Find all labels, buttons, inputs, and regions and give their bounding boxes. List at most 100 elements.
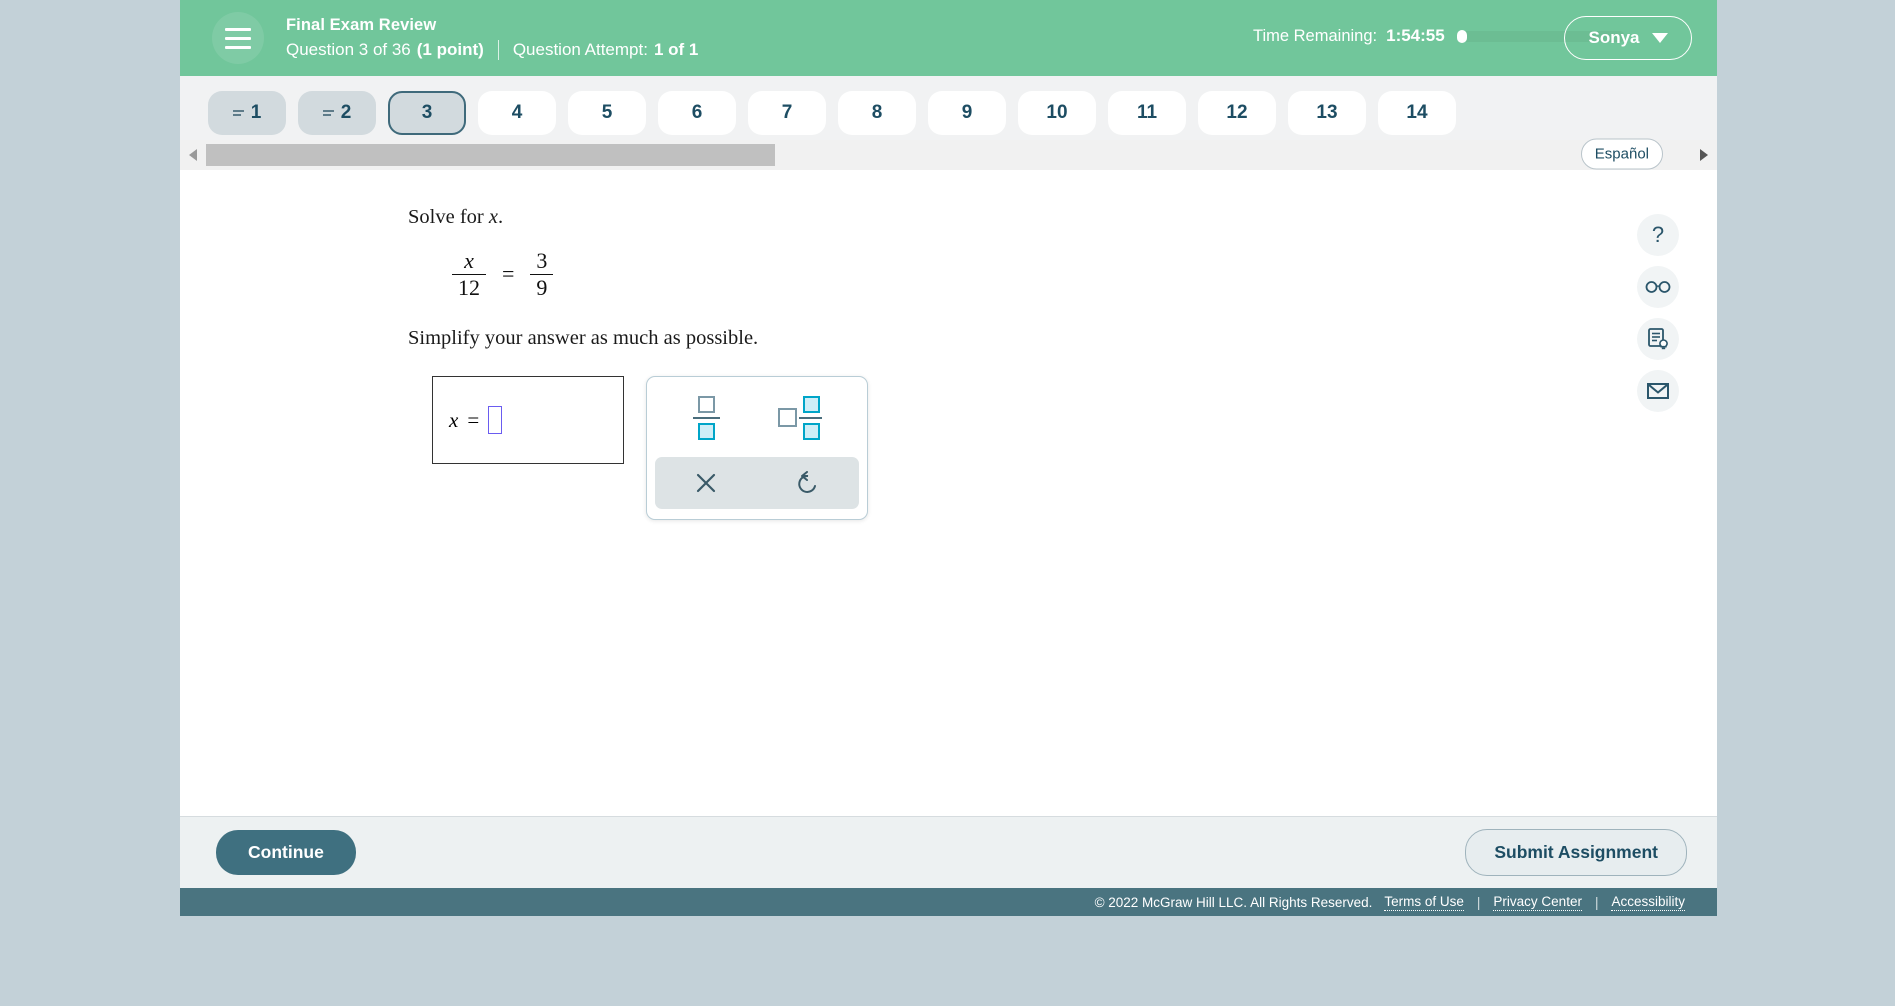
question-tab-11[interactable]: 11 xyxy=(1108,91,1186,135)
question-tab-3[interactable]: 3 xyxy=(388,91,466,135)
prompt-prefix: Solve for xyxy=(408,206,489,228)
fraction-template-icon[interactable] xyxy=(687,390,725,446)
question-counter: Question 3 of 36 xyxy=(286,40,411,59)
scroll-left-arrow-icon[interactable] xyxy=(180,148,206,162)
tabs-horizontal-scrollbar[interactable] xyxy=(180,140,1717,170)
prompt-suffix: . xyxy=(497,206,504,228)
question-tab-label: 1 xyxy=(250,102,262,123)
scroll-right-arrow-icon[interactable] xyxy=(1691,148,1717,162)
question-tab-label: 2 xyxy=(340,102,352,123)
answer-equals: = xyxy=(467,407,480,432)
question-tab-label: 4 xyxy=(511,102,523,123)
hamburger-menu-icon[interactable] xyxy=(212,12,264,64)
exam-app-window: Final Exam Review Question 3 of 36 (1 po… xyxy=(180,0,1717,916)
question-status-line: Question 3 of 36 (1 point) Question Atte… xyxy=(286,40,698,60)
question-tab-strip: 1 2 3 4 5 6 7 8 9 10 11 12 13 14 Español xyxy=(180,76,1717,170)
right-denominator: 9 xyxy=(530,273,554,300)
hamburger-bar xyxy=(225,45,251,49)
left-fraction: x 12 xyxy=(452,247,486,300)
question-tabs: 1 2 3 4 5 6 7 8 9 10 11 12 13 14 xyxy=(180,76,1717,140)
left-numerator: x xyxy=(464,247,474,273)
answer-blank-slot[interactable] xyxy=(488,406,503,434)
question-tab-8[interactable]: 8 xyxy=(838,91,916,135)
left-denominator: 12 xyxy=(452,273,486,300)
attempt-value: 1 of 1 xyxy=(653,40,699,59)
question-tab-10[interactable]: 10 xyxy=(1018,91,1096,135)
keypad-templates-row xyxy=(655,387,859,449)
question-tab-2[interactable]: 2 xyxy=(298,91,376,135)
time-remaining-value: 1:54:55 xyxy=(1386,26,1445,45)
math-keypad xyxy=(646,376,868,520)
question-tab-9[interactable]: 9 xyxy=(928,91,1006,135)
action-bar: Continue Submit Assignment xyxy=(180,816,1717,888)
question-prompt: Solve for x. xyxy=(408,206,1717,229)
answered-indicator-icon xyxy=(232,109,244,117)
prompt-variable: x xyxy=(488,206,498,228)
question-tab-label: 9 xyxy=(961,102,973,123)
copyright-bar: © 2022 McGraw Hill LLC. All Rights Reser… xyxy=(180,888,1717,916)
question-equation: x 12 = 3 9 xyxy=(452,243,1717,305)
question-tab-label: 11 xyxy=(1136,102,1158,123)
hamburger-bar xyxy=(225,36,251,40)
undo-arrow-icon[interactable] xyxy=(773,461,843,505)
right-fraction: 3 9 xyxy=(530,247,554,300)
continue-button[interactable]: Continue xyxy=(216,830,356,875)
footer-separator: | xyxy=(1594,894,1599,910)
app-header: Final Exam Review Question 3 of 36 (1 po… xyxy=(180,0,1717,76)
footer-separator: | xyxy=(1476,894,1481,910)
question-tab-14[interactable]: 14 xyxy=(1378,91,1456,135)
question-tab-label: 3 xyxy=(421,102,433,123)
submit-assignment-button[interactable]: Submit Assignment xyxy=(1465,829,1687,876)
espanol-language-button[interactable]: Español xyxy=(1580,138,1663,170)
question-content: Solve for x. x 12 = 3 9 Simplify your an… xyxy=(180,206,1717,520)
question-tab-5[interactable]: 5 xyxy=(568,91,646,135)
question-tab-12[interactable]: 12 xyxy=(1198,91,1276,135)
question-tab-4[interactable]: 4 xyxy=(478,91,556,135)
message-envelope-icon[interactable] xyxy=(1637,370,1679,412)
question-subprompt: Simplify your answer as much as possible… xyxy=(408,327,759,349)
time-remaining-label: Time Remaining: xyxy=(1253,26,1378,45)
question-tab-13[interactable]: 13 xyxy=(1288,91,1366,135)
right-numerator: 3 xyxy=(536,247,548,273)
help-question-mark-icon[interactable]: ? xyxy=(1637,214,1679,256)
answer-variable: x xyxy=(449,407,459,432)
terms-of-use-link[interactable]: Terms of Use xyxy=(1384,894,1464,911)
question-tab-label: 13 xyxy=(1316,102,1338,123)
user-menu-button[interactable]: Sonya xyxy=(1564,16,1692,60)
clear-x-icon[interactable] xyxy=(671,461,741,505)
time-progress-knob xyxy=(1456,29,1467,43)
question-tab-label: 7 xyxy=(781,102,793,123)
privacy-center-link[interactable]: Privacy Center xyxy=(1493,894,1582,911)
copyright-text: © 2022 McGraw Hill LLC. All Rights Reser… xyxy=(1094,894,1373,910)
header-divider xyxy=(497,40,499,60)
accessibility-link[interactable]: Accessibility xyxy=(1611,894,1685,911)
question-points: (1 point) xyxy=(416,40,484,59)
question-tab-1[interactable]: 1 xyxy=(208,91,286,135)
user-name: Sonya xyxy=(1588,28,1640,47)
scrollbar-track[interactable] xyxy=(206,144,1691,166)
explanation-document-icon[interactable] xyxy=(1637,318,1679,360)
answer-expression: x = xyxy=(449,406,503,434)
header-title-block: Final Exam Review Question 3 of 36 (1 po… xyxy=(286,16,698,60)
answered-indicator-icon xyxy=(322,109,334,117)
reading-glasses-icon[interactable] xyxy=(1637,266,1679,308)
chevron-right-icon[interactable] xyxy=(1681,169,1701,170)
scrollbar-thumb[interactable] xyxy=(206,144,775,166)
answer-input-box[interactable]: x = xyxy=(432,376,624,464)
question-body: Solve for x. x 12 = 3 9 Simplify your an… xyxy=(180,170,1717,816)
question-tab-label: 6 xyxy=(691,102,703,123)
question-tab-label: 14 xyxy=(1406,102,1428,123)
hamburger-bar xyxy=(225,27,251,31)
attempt-label: Question Attempt: xyxy=(512,40,648,59)
mixed-number-template-icon[interactable] xyxy=(773,390,827,446)
question-tab-7[interactable]: 7 xyxy=(748,91,826,135)
exam-title: Final Exam Review xyxy=(286,16,437,34)
question-tab-label: 5 xyxy=(601,102,613,123)
keypad-actions-row xyxy=(655,457,859,509)
question-tab-label: 10 xyxy=(1046,102,1068,123)
question-tab-6[interactable]: 6 xyxy=(658,91,736,135)
question-tab-label: 12 xyxy=(1226,102,1248,123)
answer-area: x = xyxy=(432,376,1717,520)
tool-rail: ? xyxy=(1637,214,1679,412)
chevron-down-icon xyxy=(1651,33,1668,43)
